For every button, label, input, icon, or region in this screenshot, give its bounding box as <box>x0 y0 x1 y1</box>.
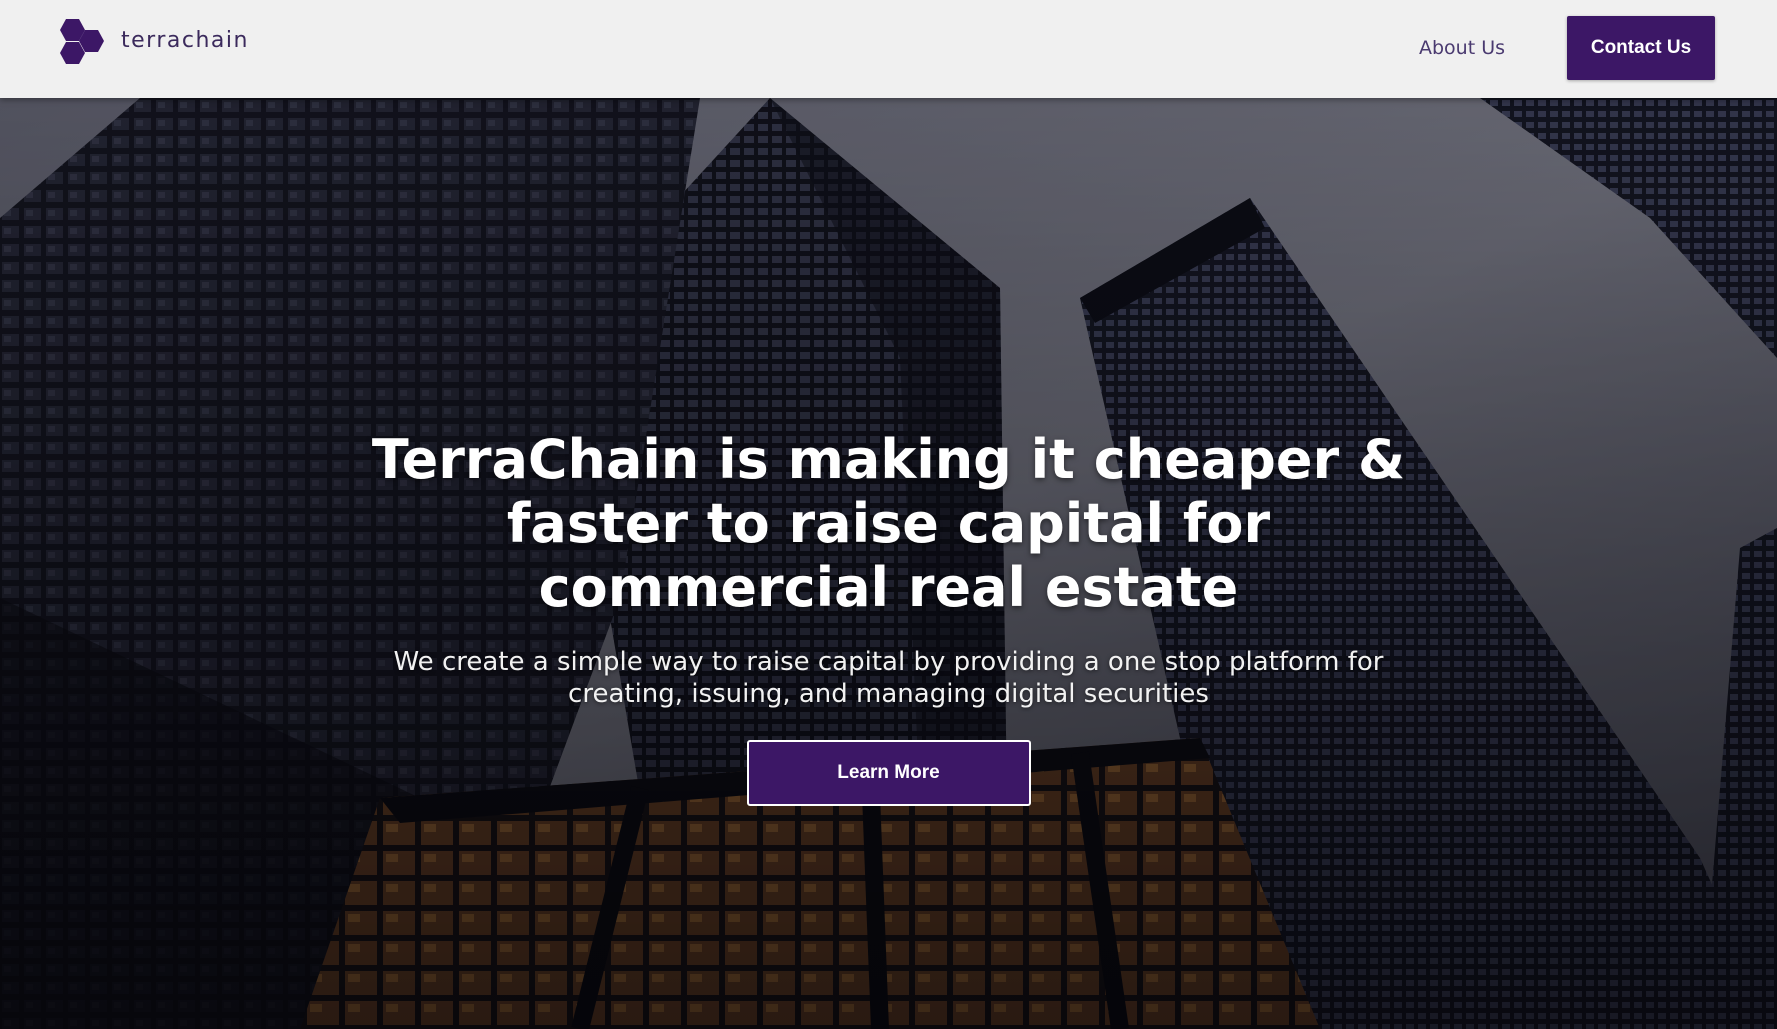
page: terrachain About Us Contact Us TerraChai… <box>0 0 1777 1029</box>
hero-content: TerraChain is making it cheaper & faster… <box>0 428 1777 806</box>
hero-subtitle: We create a simple way to raise capital … <box>393 647 1384 709</box>
hero-section: TerraChain is making it cheaper & faster… <box>0 98 1777 1029</box>
hexagon-cluster-icon <box>60 19 104 64</box>
brand-logo-link[interactable]: terrachain <box>59 16 249 68</box>
nav-about-us-link[interactable]: About Us <box>1419 37 1505 59</box>
contact-us-button[interactable]: Contact Us <box>1567 16 1715 80</box>
learn-more-button[interactable]: Learn More <box>746 740 1031 806</box>
hero-title: TerraChain is making it cheaper & faster… <box>371 428 1406 619</box>
site-header: terrachain About Us Contact Us <box>0 0 1777 98</box>
brand-name: terrachain <box>121 27 249 53</box>
